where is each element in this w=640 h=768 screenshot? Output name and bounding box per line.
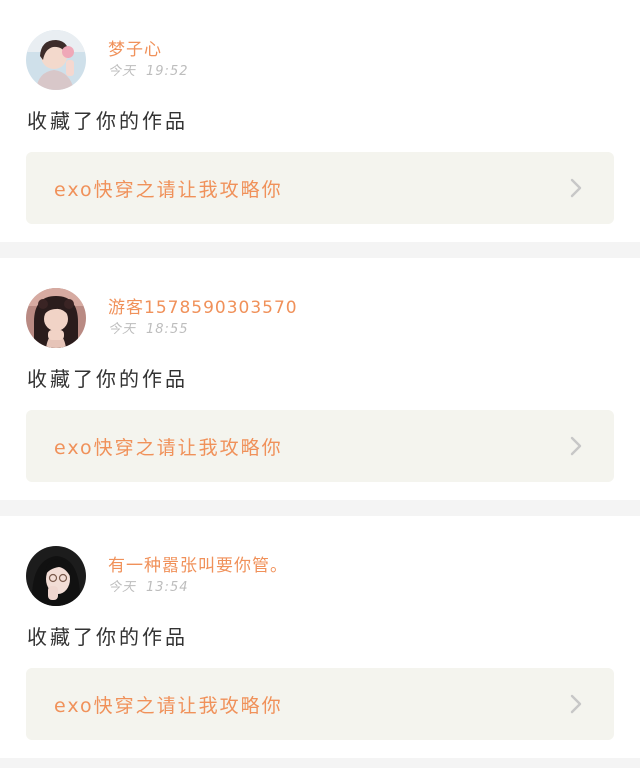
username-link[interactable]: 有一种嚣张叫要你管。 bbox=[108, 555, 288, 577]
notification-card: 梦子心 今天 19:52 收藏了你的作品 exo快穿之请让我攻略你 bbox=[0, 0, 640, 242]
timestamp-day: 今天 bbox=[108, 580, 137, 595]
chevron-right-icon bbox=[566, 436, 586, 456]
avatar-girl-light-icon bbox=[26, 30, 86, 90]
notification-header: 游客1578590303570 今天 18:55 bbox=[26, 288, 298, 348]
timestamp-time: 18:55 bbox=[146, 322, 189, 337]
timestamp-day: 今天 bbox=[108, 64, 137, 79]
timestamp-time: 13:54 bbox=[146, 580, 189, 595]
username-link[interactable]: 游客1578590303570 bbox=[108, 297, 298, 319]
chevron-right-icon bbox=[566, 694, 586, 714]
timestamp: 今天 19:52 bbox=[108, 63, 188, 81]
notification-feed: 梦子心 今天 19:52 收藏了你的作品 exo快穿之请让我攻略你 游客1578… bbox=[0, 0, 640, 758]
user-meta: 有一种嚣张叫要你管。 今天 13:54 bbox=[108, 555, 288, 597]
user-meta: 梦子心 今天 19:52 bbox=[108, 39, 188, 81]
chevron-right-icon bbox=[566, 178, 586, 198]
username-link[interactable]: 梦子心 bbox=[108, 39, 188, 61]
action-text: 收藏了你的作品 bbox=[27, 625, 188, 649]
notification-header: 梦子心 今天 19:52 bbox=[26, 30, 188, 90]
timestamp: 今天 18:55 bbox=[108, 321, 298, 339]
timestamp: 今天 13:54 bbox=[108, 579, 288, 597]
notification-card: 有一种嚣张叫要你管。 今天 13:54 收藏了你的作品 exo快穿之请让我攻略你 bbox=[0, 516, 640, 758]
work-title: exo快穿之请让我攻略你 bbox=[54, 436, 283, 459]
avatar-girl-pink-icon bbox=[26, 288, 86, 348]
timestamp-time: 19:52 bbox=[146, 64, 189, 79]
avatar[interactable] bbox=[26, 288, 86, 348]
timestamp-day: 今天 bbox=[108, 322, 137, 337]
action-text: 收藏了你的作品 bbox=[27, 367, 188, 391]
work-title: exo快穿之请让我攻略你 bbox=[54, 694, 283, 717]
notification-card: 游客1578590303570 今天 18:55 收藏了你的作品 exo快穿之请让… bbox=[0, 258, 640, 500]
avatar-girl-dark-icon bbox=[26, 546, 86, 606]
avatar[interactable] bbox=[26, 30, 86, 90]
avatar[interactable] bbox=[26, 546, 86, 606]
user-meta: 游客1578590303570 今天 18:55 bbox=[108, 297, 298, 339]
work-title: exo快穿之请让我攻略你 bbox=[54, 178, 283, 201]
work-link[interactable]: exo快穿之请让我攻略你 bbox=[26, 668, 614, 740]
action-text: 收藏了你的作品 bbox=[27, 109, 188, 133]
work-link[interactable]: exo快穿之请让我攻略你 bbox=[26, 410, 614, 482]
notification-header: 有一种嚣张叫要你管。 今天 13:54 bbox=[26, 546, 288, 606]
work-link[interactable]: exo快穿之请让我攻略你 bbox=[26, 152, 614, 224]
